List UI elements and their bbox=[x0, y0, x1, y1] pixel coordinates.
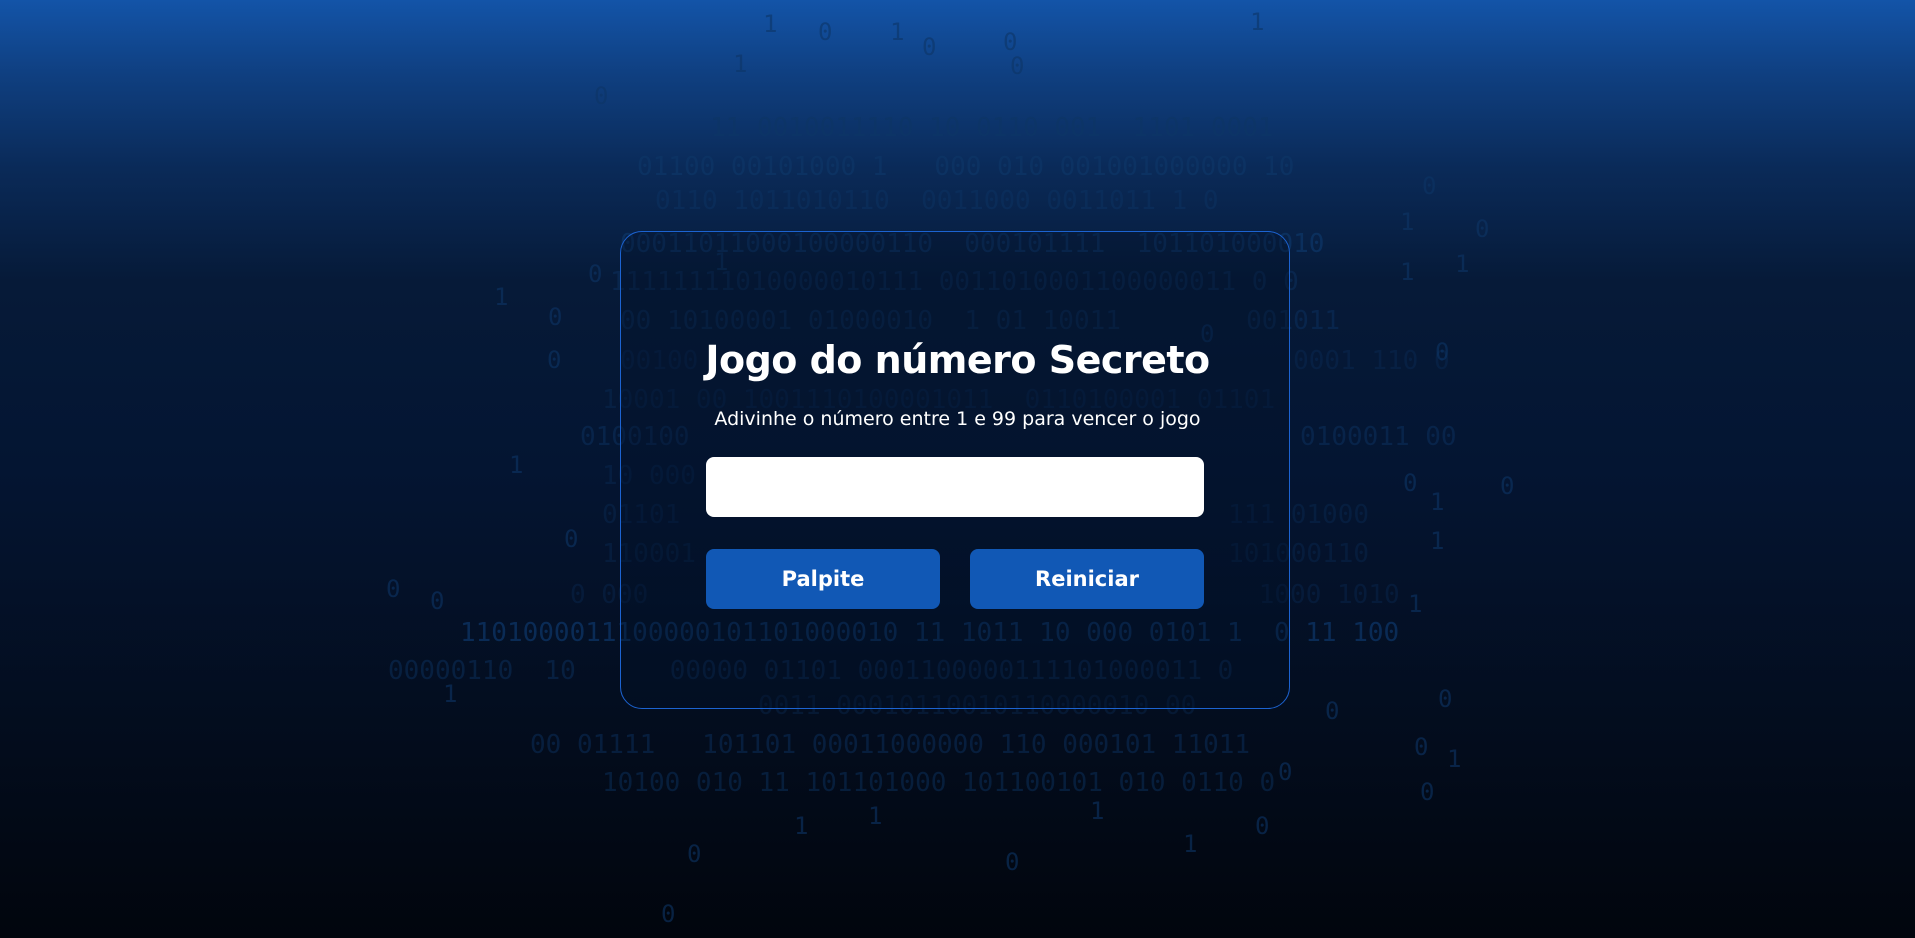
binary-digit: 1 bbox=[1447, 745, 1462, 773]
binary-digit: 0 bbox=[1325, 697, 1340, 725]
binary-digit: 0 bbox=[1005, 848, 1020, 876]
binary-digit: 1 bbox=[1183, 830, 1198, 858]
binary-row: 11 0010011110 10 0110 001 1101 0001 bbox=[710, 113, 1274, 143]
binary-digit: 0 bbox=[430, 587, 445, 615]
guess-button[interactable]: Palpite bbox=[706, 549, 940, 609]
binary-digit: 1 bbox=[443, 680, 458, 708]
binary-digit: 1 bbox=[1400, 258, 1415, 286]
binary-digit: 1 bbox=[1408, 590, 1423, 618]
binary-digit: 0 bbox=[386, 575, 401, 603]
binary-digit: 1 bbox=[1250, 8, 1265, 36]
binary-digit: 0 bbox=[564, 525, 579, 553]
instructions-text: Adivinhe o número entre 1 e 99 para venc… bbox=[714, 408, 1201, 430]
binary-digit: 0 bbox=[594, 82, 609, 110]
binary-digit: 0 bbox=[548, 303, 563, 331]
binary-digit: 0 bbox=[1422, 172, 1437, 200]
binary-digit: 0 bbox=[1255, 812, 1270, 840]
binary-digit: 0 bbox=[1003, 28, 1018, 56]
binary-digit: 0 bbox=[1278, 758, 1293, 786]
binary-digit: 1 bbox=[733, 50, 748, 78]
binary-digit: 1 bbox=[1400, 208, 1415, 236]
binary-digit: 1 bbox=[763, 10, 778, 38]
binary-row: 00 01111 101101 00011000000 110 000101 1… bbox=[530, 730, 1251, 760]
binary-digit: 0 bbox=[588, 260, 603, 288]
binary-digit: 1 bbox=[1430, 527, 1445, 555]
binary-digit: 0 bbox=[1414, 733, 1429, 761]
binary-digit: 0 bbox=[687, 840, 702, 868]
binary-digit: 1 bbox=[1090, 797, 1105, 825]
reset-button[interactable]: Reiniciar bbox=[970, 549, 1204, 609]
binary-digit: 0 bbox=[922, 33, 937, 61]
binary-digit: 0 bbox=[661, 900, 676, 928]
page-title: Jogo do número Secreto bbox=[705, 338, 1210, 382]
binary-row: 0110 1011010110 0011000 0011011 1 0 bbox=[655, 186, 1219, 216]
binary-digit: 0 bbox=[1475, 215, 1490, 243]
binary-digit: 1 bbox=[868, 802, 883, 830]
binary-digit: 1 bbox=[509, 451, 524, 479]
binary-digit: 0 bbox=[1500, 472, 1515, 500]
binary-digit: 0 bbox=[1403, 469, 1418, 497]
guess-input[interactable] bbox=[706, 457, 1204, 517]
binary-digit: 0 bbox=[1420, 778, 1435, 806]
binary-row: 10100 010 11 101101000 101100101 010 011… bbox=[602, 768, 1276, 798]
binary-digit: 0 bbox=[1438, 685, 1453, 713]
binary-digit: 1 bbox=[890, 18, 905, 46]
binary-digit: 0 bbox=[1010, 52, 1025, 80]
binary-row: 01100 00101000 1 000 010 001001000000 10 bbox=[637, 152, 1295, 182]
binary-digit: 1 bbox=[494, 283, 509, 311]
binary-digit: 1 bbox=[1455, 250, 1470, 278]
binary-digit: 0 bbox=[818, 18, 833, 46]
binary-digit: 1 bbox=[794, 812, 809, 840]
binary-digit: 1 bbox=[1430, 488, 1445, 516]
